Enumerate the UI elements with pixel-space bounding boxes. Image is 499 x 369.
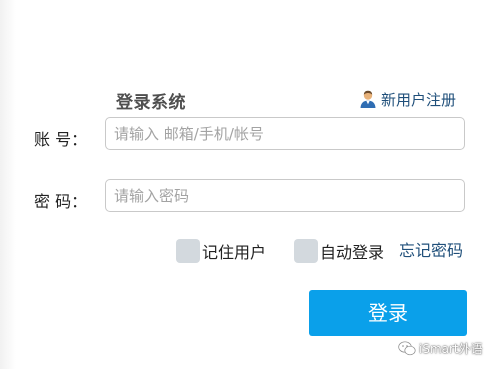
- form-title: 登录系统: [116, 93, 186, 113]
- remember-user-box[interactable]: [176, 239, 200, 263]
- forgot-password-link[interactable]: 忘记密码: [399, 238, 463, 264]
- auto-login-box[interactable]: [294, 239, 318, 263]
- user-icon: [360, 90, 376, 108]
- watermark-text: iSmart外语: [419, 342, 483, 356]
- left-shadow: [0, 0, 16, 369]
- password-input[interactable]: [105, 179, 465, 212]
- register-link-label: 新用户注册: [381, 90, 457, 109]
- login-button[interactable]: 登录: [309, 290, 467, 336]
- wechat-icon: [398, 341, 416, 356]
- register-link[interactable]: 新用户注册: [358, 88, 456, 110]
- password-label: 密 码：: [34, 192, 88, 211]
- remember-user-label: 记住用户: [202, 243, 267, 262]
- watermark: iSmart外语: [398, 340, 483, 357]
- account-input[interactable]: [105, 117, 465, 150]
- auto-login-checkbox[interactable]: 自动登录: [294, 238, 384, 264]
- auto-login-label: 自动登录: [320, 243, 385, 262]
- account-label: 账 号：: [34, 130, 88, 149]
- remember-user-checkbox[interactable]: 记住用户: [176, 238, 266, 264]
